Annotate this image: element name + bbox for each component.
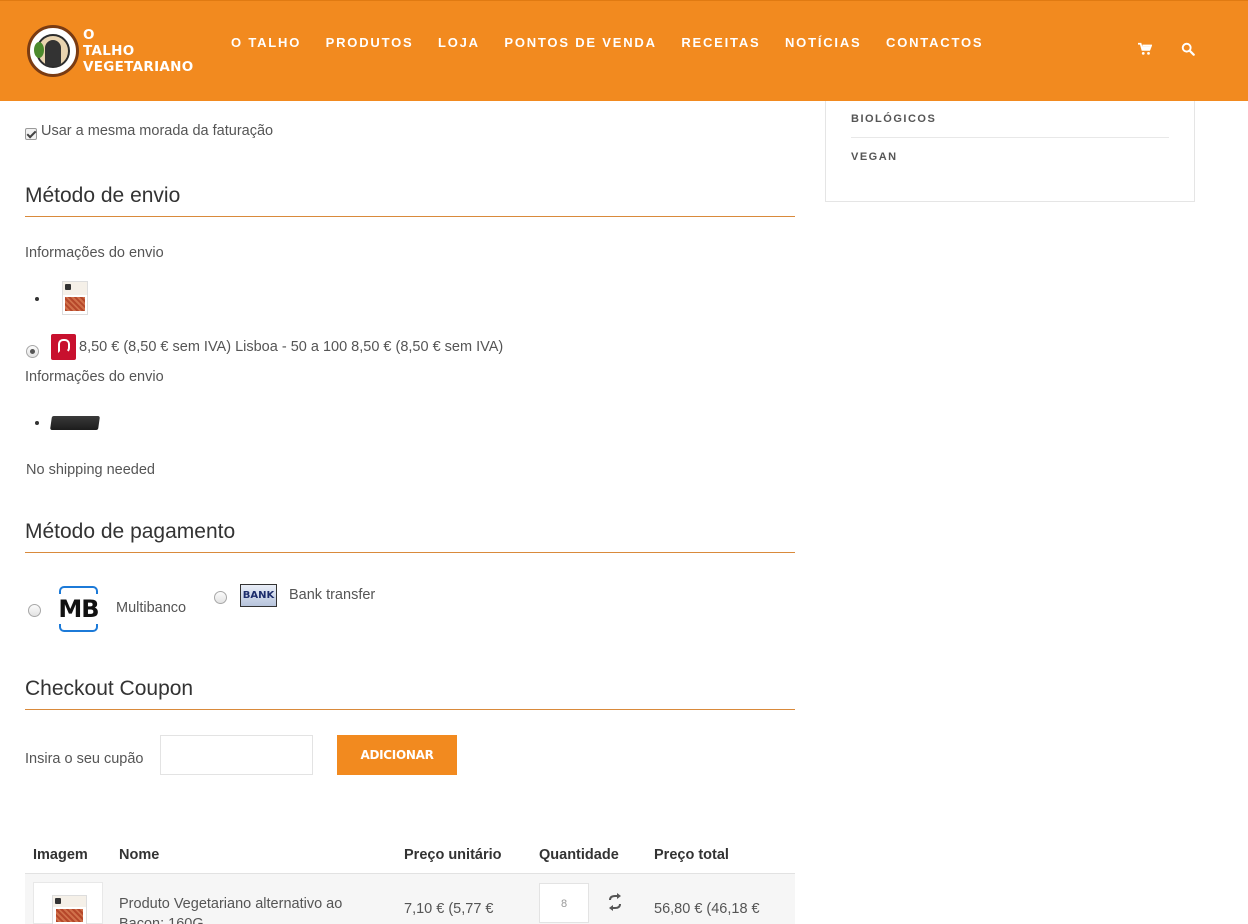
column-header-total-price: Preço total (654, 847, 729, 863)
search-icon[interactable] (1181, 42, 1195, 56)
main-nav: O TALHO PRODUTOS LOJA PONTOS DE VENDA RE… (231, 35, 1008, 50)
list-bullet (35, 421, 39, 425)
site-logo[interactable]: O TALHO VEGETARIANO (27, 25, 194, 77)
product-name[interactable]: Produto Vegetariano alternativo ao Bacon… (119, 894, 369, 924)
shipping-option-radio[interactable] (26, 345, 39, 358)
nav-receitas[interactable]: RECEITAS (681, 35, 760, 50)
shipping-method-title: Método de envio (25, 184, 181, 207)
product-image (33, 882, 103, 924)
refresh-icon[interactable] (608, 893, 622, 911)
divider (25, 709, 795, 710)
multibanco-logo-icon: MB (55, 586, 102, 632)
quantity-input[interactable]: 8 (539, 883, 589, 923)
sidebar-item-biologicos[interactable]: BIOLÓGICOS (851, 113, 1169, 138)
shipping-info-label: Informações do envio (25, 369, 164, 385)
nav-contactos[interactable]: CONTACTOS (886, 35, 983, 50)
logo-line: O (83, 27, 95, 43)
product-thumbnail (50, 416, 100, 430)
nav-noticias[interactable]: NOTÍCIAS (785, 35, 862, 50)
same-address-label: Usar a mesma morada da faturação (41, 123, 274, 139)
nav-loja[interactable]: LOJA (438, 35, 480, 50)
column-header-name: Nome (119, 847, 160, 863)
list-bullet (35, 297, 39, 301)
shipping-info-label: Informações do envio (25, 245, 164, 261)
coupon-label: Insira o seu cupão (25, 751, 144, 767)
nav-pontos-de-venda[interactable]: PONTOS DE VENDA (504, 35, 656, 50)
payment-method-title: Método de pagamento (25, 520, 236, 543)
logo-line: TALHO (83, 43, 135, 59)
coupon-input[interactable] (160, 735, 313, 775)
bank-transfer-radio[interactable] (214, 591, 227, 604)
sidebar-item-vegan[interactable]: VEGAN (851, 151, 1169, 163)
site-header: O TALHO VEGETARIANO O TALHO PRODUTOS LOJ… (0, 0, 1248, 101)
carrier-logo-icon (51, 334, 76, 360)
same-address-checkbox[interactable] (25, 128, 37, 140)
product-thumbnail (62, 281, 88, 315)
divider (25, 216, 795, 217)
multibanco-radio[interactable] (28, 604, 41, 617)
logo-wordmark: O TALHO VEGETARIANO (83, 27, 194, 75)
coupon-title: Checkout Coupon (25, 677, 194, 700)
multibanco-label[interactable]: Multibanco (116, 600, 186, 616)
bank-logo-icon: BANK (240, 584, 277, 607)
multibanco-logo-text: MB (58, 595, 99, 623)
bank-transfer-label[interactable]: Bank transfer (289, 587, 375, 603)
column-header-unit-price: Preço unitário (404, 847, 502, 863)
logo-emblem (27, 25, 79, 77)
no-shipping-text: No shipping needed (26, 462, 155, 478)
column-header-quantity: Quantidade (539, 847, 619, 863)
category-sidebar: BIOLÓGICOS VEGAN (825, 101, 1195, 202)
nav-produtos[interactable]: PRODUTOS (326, 35, 414, 50)
logo-line: VEGETARIANO (83, 59, 194, 75)
divider (25, 552, 795, 553)
column-header-image: Imagem (33, 847, 88, 863)
add-coupon-button[interactable]: ADICIONAR (337, 735, 457, 775)
nav-o-talho[interactable]: O TALHO (231, 35, 301, 50)
unit-price: 7,10 € (5,77 € (404, 901, 494, 917)
total-price: 56,80 € (46,18 € (654, 901, 760, 917)
cart-icon[interactable] (1138, 42, 1152, 56)
shipping-option-text: 8,50 € (8,50 € sem IVA) Lisboa - 50 a 10… (79, 339, 504, 355)
